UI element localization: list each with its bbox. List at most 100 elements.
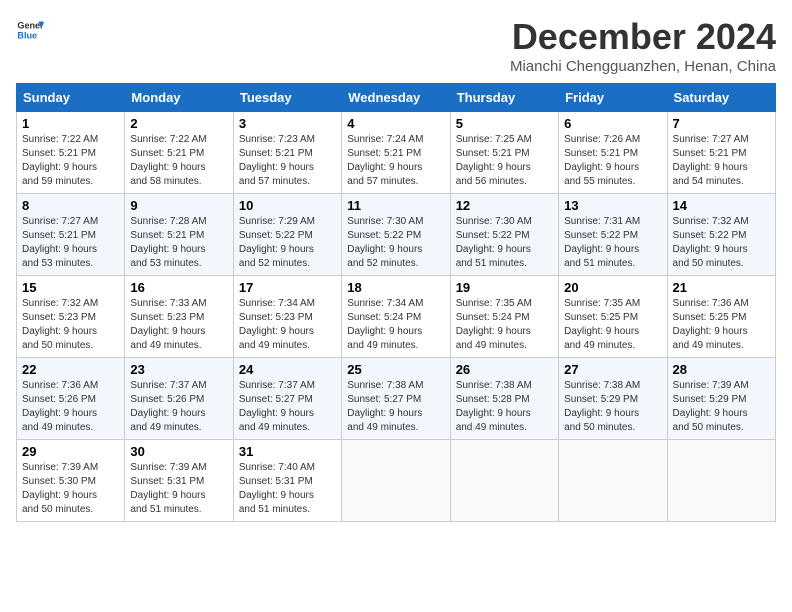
day-number: 8: [22, 198, 119, 213]
calendar-week-row: 15Sunrise: 7:32 AM Sunset: 5:23 PM Dayli…: [17, 276, 776, 358]
calendar-week-row: 1 Sunrise: 7:22 AM Sunset: 5:21 PM Daylig…: [17, 112, 776, 194]
calendar-day-cell: 8 Sunrise: 7:27 AM Sunset: 5:21 PM Daylig…: [17, 194, 125, 276]
weekday-header-row: SundayMondayTuesdayWednesdayThursdayFrid…: [17, 84, 776, 112]
calendar-day-cell: 13 Sunrise: 7:31 AM Sunset: 5:22 PM Dayli…: [559, 194, 667, 276]
day-number: 11: [347, 198, 444, 213]
calendar-day-cell: 27 Sunrise: 7:38 AM Sunset: 5:29 PM Dayli…: [559, 358, 667, 440]
calendar-day-cell: 3 Sunrise: 7:23 AM Sunset: 5:21 PM Daylig…: [233, 112, 341, 194]
day-info: Sunrise: 7:29 AM Sunset: 5:22 PM Dayligh…: [239, 215, 336, 271]
day-info: Sunrise: 7:40 AM Sunset: 5:31 PM Dayligh…: [239, 461, 336, 517]
day-number: 18: [347, 280, 444, 295]
day-info: Sunrise: 7:30 AM Sunset: 5:22 PM Dayligh…: [456, 215, 553, 271]
calendar-table: SundayMondayTuesdayWednesdayThursdayFrid…: [16, 83, 776, 522]
day-info: Sunrise: 7:32 AM Sunset: 5:22 PM Dayligh…: [673, 215, 770, 271]
location-title: Mianchi Chengguanzhen, Henan, China: [510, 58, 776, 75]
calendar-day-cell: 22 Sunrise: 7:36 AM Sunset: 5:26 PM Dayli…: [17, 358, 125, 440]
calendar-day-cell: [450, 440, 558, 522]
day-number: 31: [239, 444, 336, 459]
month-title: December 2024: [510, 16, 776, 58]
day-info: Sunrise: 7:39 AM Sunset: 5:30 PM Dayligh…: [22, 461, 119, 517]
calendar-week-row: 29 Sunrise: 7:39 AM Sunset: 5:30 PM Dayli…: [17, 440, 776, 522]
logo-icon: General Blue: [16, 16, 44, 44]
day-number: 14: [673, 198, 770, 213]
calendar-day-cell: 21 Sunrise: 7:36 AM Sunset: 5:25 PM Dayli…: [667, 276, 775, 358]
calendar-day-cell: 30 Sunrise: 7:39 AM Sunset: 5:31 PM Dayli…: [125, 440, 233, 522]
day-info: Sunrise: 7:24 AM Sunset: 5:21 PM Dayligh…: [347, 133, 444, 189]
day-number: 19: [456, 280, 553, 295]
day-number: 15: [22, 280, 119, 295]
calendar-day-cell: 18 Sunrise: 7:34 AM Sunset: 5:24 PM Dayli…: [342, 276, 450, 358]
calendar-day-cell: 19 Sunrise: 7:35 AM Sunset: 5:24 PM Dayli…: [450, 276, 558, 358]
calendar-day-cell: 14 Sunrise: 7:32 AM Sunset: 5:22 PM Dayli…: [667, 194, 775, 276]
calendar-day-cell: [667, 440, 775, 522]
day-info: Sunrise: 7:25 AM Sunset: 5:21 PM Dayligh…: [456, 133, 553, 189]
day-info: Sunrise: 7:34 AM Sunset: 5:24 PM Dayligh…: [347, 297, 444, 353]
day-info: Sunrise: 7:37 AM Sunset: 5:27 PM Dayligh…: [239, 379, 336, 435]
day-number: 30: [130, 444, 227, 459]
calendar-day-cell: 26 Sunrise: 7:38 AM Sunset: 5:28 PM Dayli…: [450, 358, 558, 440]
weekday-header-cell: Friday: [559, 84, 667, 112]
day-number: 23: [130, 362, 227, 377]
day-number: 1: [22, 116, 119, 131]
day-number: 26: [456, 362, 553, 377]
day-info: Sunrise: 7:33 AM Sunset: 5:23 PM Dayligh…: [130, 297, 227, 353]
calendar-day-cell: 6 Sunrise: 7:26 AM Sunset: 5:21 PM Daylig…: [559, 112, 667, 194]
day-number: 13: [564, 198, 661, 213]
day-info: Sunrise: 7:22 AM Sunset: 5:21 PM Dayligh…: [22, 133, 119, 189]
calendar-day-cell: 16 Sunrise: 7:33 AM Sunset: 5:23 PM Dayli…: [125, 276, 233, 358]
day-number: 16: [130, 280, 227, 295]
calendar-day-cell: 2Sunrise: 7:22 AM Sunset: 5:21 PM Daylig…: [125, 112, 233, 194]
day-info: Sunrise: 7:36 AM Sunset: 5:26 PM Dayligh…: [22, 379, 119, 435]
calendar-day-cell: 9Sunrise: 7:28 AM Sunset: 5:21 PM Daylig…: [125, 194, 233, 276]
weekday-header-cell: Sunday: [17, 84, 125, 112]
day-number: 2: [130, 116, 227, 131]
day-number: 12: [456, 198, 553, 213]
calendar-day-cell: 17 Sunrise: 7:34 AM Sunset: 5:23 PM Dayli…: [233, 276, 341, 358]
day-info: Sunrise: 7:38 AM Sunset: 5:29 PM Dayligh…: [564, 379, 661, 435]
calendar-day-cell: 23 Sunrise: 7:37 AM Sunset: 5:26 PM Dayli…: [125, 358, 233, 440]
day-number: 17: [239, 280, 336, 295]
day-info: Sunrise: 7:28 AM Sunset: 5:21 PM Dayligh…: [130, 215, 227, 271]
day-info: Sunrise: 7:39 AM Sunset: 5:31 PM Dayligh…: [130, 461, 227, 517]
weekday-header-cell: Tuesday: [233, 84, 341, 112]
calendar-day-cell: 25 Sunrise: 7:38 AM Sunset: 5:27 PM Dayli…: [342, 358, 450, 440]
day-number: 3: [239, 116, 336, 131]
day-info: Sunrise: 7:27 AM Sunset: 5:21 PM Dayligh…: [22, 215, 119, 271]
calendar-day-cell: 11 Sunrise: 7:30 AM Sunset: 5:22 PM Dayli…: [342, 194, 450, 276]
day-info: Sunrise: 7:31 AM Sunset: 5:22 PM Dayligh…: [564, 215, 661, 271]
day-info: Sunrise: 7:38 AM Sunset: 5:28 PM Dayligh…: [456, 379, 553, 435]
calendar-day-cell: 31 Sunrise: 7:40 AM Sunset: 5:31 PM Dayli…: [233, 440, 341, 522]
day-number: 29: [22, 444, 119, 459]
day-info: Sunrise: 7:39 AM Sunset: 5:29 PM Dayligh…: [673, 379, 770, 435]
day-number: 28: [673, 362, 770, 377]
day-info: Sunrise: 7:23 AM Sunset: 5:21 PM Dayligh…: [239, 133, 336, 189]
day-number: 27: [564, 362, 661, 377]
calendar-day-cell: 10 Sunrise: 7:29 AM Sunset: 5:22 PM Dayli…: [233, 194, 341, 276]
day-info: Sunrise: 7:36 AM Sunset: 5:25 PM Dayligh…: [673, 297, 770, 353]
weekday-header-cell: Monday: [125, 84, 233, 112]
day-number: 20: [564, 280, 661, 295]
day-info: Sunrise: 7:26 AM Sunset: 5:21 PM Dayligh…: [564, 133, 661, 189]
day-number: 10: [239, 198, 336, 213]
day-info: Sunrise: 7:38 AM Sunset: 5:27 PM Dayligh…: [347, 379, 444, 435]
logo: General Blue: [16, 16, 44, 44]
weekday-header-cell: Wednesday: [342, 84, 450, 112]
calendar-day-cell: 4Sunrise: 7:24 AM Sunset: 5:21 PM Daylig…: [342, 112, 450, 194]
day-number: 25: [347, 362, 444, 377]
day-info: Sunrise: 7:34 AM Sunset: 5:23 PM Dayligh…: [239, 297, 336, 353]
day-number: 7: [673, 116, 770, 131]
title-area: December 2024 Mianchi Chengguanzhen, Hen…: [510, 16, 776, 75]
day-info: Sunrise: 7:37 AM Sunset: 5:26 PM Dayligh…: [130, 379, 227, 435]
calendar-day-cell: [342, 440, 450, 522]
day-info: Sunrise: 7:35 AM Sunset: 5:24 PM Dayligh…: [456, 297, 553, 353]
svg-text:Blue: Blue: [17, 30, 37, 40]
day-number: 21: [673, 280, 770, 295]
day-info: Sunrise: 7:35 AM Sunset: 5:25 PM Dayligh…: [564, 297, 661, 353]
calendar-day-cell: 28 Sunrise: 7:39 AM Sunset: 5:29 PM Dayli…: [667, 358, 775, 440]
calendar-day-cell: 29 Sunrise: 7:39 AM Sunset: 5:30 PM Dayli…: [17, 440, 125, 522]
day-number: 22: [22, 362, 119, 377]
day-number: 6: [564, 116, 661, 131]
calendar-day-cell: 12 Sunrise: 7:30 AM Sunset: 5:22 PM Dayli…: [450, 194, 558, 276]
calendar-day-cell: 24Sunrise: 7:37 AM Sunset: 5:27 PM Dayli…: [233, 358, 341, 440]
day-info: Sunrise: 7:30 AM Sunset: 5:22 PM Dayligh…: [347, 215, 444, 271]
